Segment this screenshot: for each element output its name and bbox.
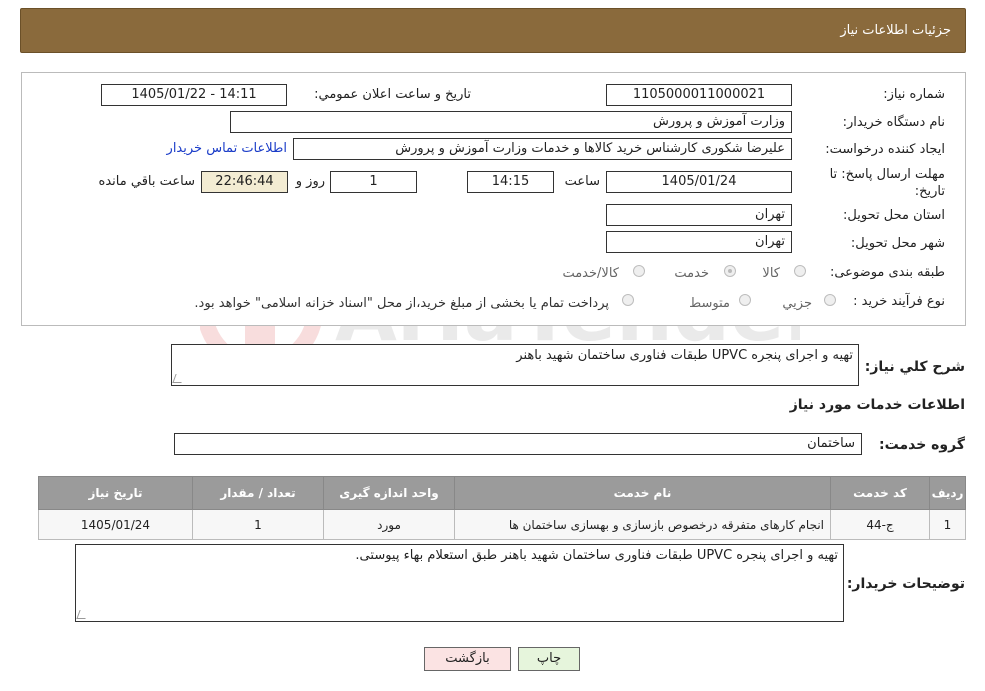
- col-date-header: تاريخ نياز: [38, 476, 193, 510]
- announce-label: تاریخ و ساعت اعلان عمومي:: [314, 87, 471, 102]
- col-code-header: کد خدمت: [830, 476, 930, 510]
- buyer-contact-link[interactable]: اطلاعات تماس خريدار: [167, 141, 287, 156]
- process-label: نوع فرآيند خريد :: [853, 294, 945, 309]
- cell-row: 1: [929, 509, 966, 540]
- cell-qty: 1: [192, 509, 324, 540]
- back-button[interactable]: بازگشت: [424, 647, 511, 671]
- cell-name: انجام کارهای متفرقه درخصوص بازسازی و بهس…: [454, 509, 831, 540]
- col-row-header: رديف: [929, 476, 966, 510]
- process-option-medium: متوسط: [689, 296, 730, 311]
- city-field[interactable]: تهران: [606, 231, 792, 253]
- announce-field[interactable]: 1405/01/22 - 14:11: [101, 84, 287, 106]
- need-number-label: شماره نیاز:: [883, 87, 945, 102]
- province-label: استان محل تحويل:: [843, 208, 945, 223]
- category-option-goods: کالا: [762, 266, 780, 281]
- deadline-time-label: ساعت: [564, 174, 600, 189]
- page-header: جزئیات اطلاعات نیاز: [20, 8, 966, 53]
- remaining-time-field: 22:46:44: [201, 171, 288, 193]
- cell-code: ج-44: [830, 509, 930, 540]
- table-header-row: رديف کد خدمت نام خدمت واحد اندازه گيری ت…: [38, 476, 966, 510]
- province-field[interactable]: تهران: [606, 204, 792, 226]
- process-radio-treasury[interactable]: [622, 294, 634, 306]
- print-button[interactable]: چاپ: [518, 647, 580, 671]
- summary-label: شرح کلي نياز:: [864, 359, 965, 375]
- deadline-label: مهلت ارسال پاسخ: تا تاريخ:: [829, 167, 945, 199]
- buyer-org-label: نام دستگاه خريدار:: [842, 115, 945, 130]
- buyer-notes-label: توضيحات خريدار:: [846, 576, 965, 592]
- buyer-org-field[interactable]: وزارت آموزش و پرورش: [230, 111, 792, 133]
- service-group-label: گروه خدمت:: [879, 437, 965, 453]
- summary-textarea[interactable]: تهيه و اجرای پنجره UPVC طبقات فناوری ساخ…: [171, 344, 859, 386]
- buyer-notes-textarea[interactable]: تهيه و اجرای پنجره UPVC طبقات فناوری ساخ…: [75, 544, 844, 622]
- process-radio-medium[interactable]: [739, 294, 751, 306]
- days-label: روز و: [295, 174, 325, 189]
- category-radio-service[interactable]: [724, 265, 736, 277]
- creator-label: ايجاد کننده درخواست:: [825, 142, 945, 157]
- category-radio-goods[interactable]: [794, 265, 806, 277]
- category-option-service: خدمت: [674, 266, 709, 281]
- days-field[interactable]: 1: [330, 171, 417, 193]
- services-table: رديف کد خدمت نام خدمت واحد اندازه گيری ت…: [38, 476, 966, 540]
- deadline-time-field[interactable]: 14:15: [467, 171, 554, 193]
- category-radio-goods-service[interactable]: [633, 265, 645, 277]
- col-unit-header: واحد اندازه گيری: [323, 476, 455, 510]
- deadline-date-field[interactable]: 1405/01/24: [606, 171, 792, 193]
- category-option-goods-service: کالا/خدمت: [562, 266, 619, 281]
- creator-field[interactable]: عليرضا شکوری کارشناس خريد کالاها و خدمات…: [293, 138, 792, 160]
- remaining-label: ساعت باقي مانده: [98, 174, 195, 189]
- col-qty-header: تعداد / مقدار: [192, 476, 324, 510]
- table-row: 1 ج-44 انجام کارهای متفرقه درخصوص بازساز…: [38, 509, 966, 540]
- services-section-title: اطلاعات خدمات مورد نياز: [789, 397, 965, 413]
- cell-date: 1405/01/24: [38, 509, 193, 540]
- category-label: طبقه بندی موضوعی:: [829, 265, 945, 280]
- buyer-notes-text: تهيه و اجرای پنجره UPVC طبقات فناوری ساخ…: [355, 548, 838, 563]
- summary-text: تهيه و اجرای پنجره UPVC طبقات فناوری ساخ…: [516, 348, 853, 363]
- city-label: شهر محل تحويل:: [850, 236, 945, 251]
- cell-unit: مورد: [323, 509, 455, 540]
- need-number-field[interactable]: 1105000011000021: [606, 84, 792, 106]
- process-radio-minor[interactable]: [824, 294, 836, 306]
- col-name-header: نام خدمت: [454, 476, 831, 510]
- service-group-field[interactable]: ساختمان: [174, 433, 862, 455]
- page-title: جزئیات اطلاعات نیاز: [840, 23, 951, 38]
- resize-grip-icon[interactable]: [172, 374, 185, 383]
- resize-grip-icon[interactable]: [76, 610, 89, 619]
- need-info-panel: شماره نیاز: 1105000011000021 تاریخ و ساع…: [21, 72, 966, 326]
- process-note: پرداخت تمام يا بخشی از مبلغ خريد،از محل …: [194, 296, 609, 311]
- process-option-minor: جزيي: [782, 296, 812, 311]
